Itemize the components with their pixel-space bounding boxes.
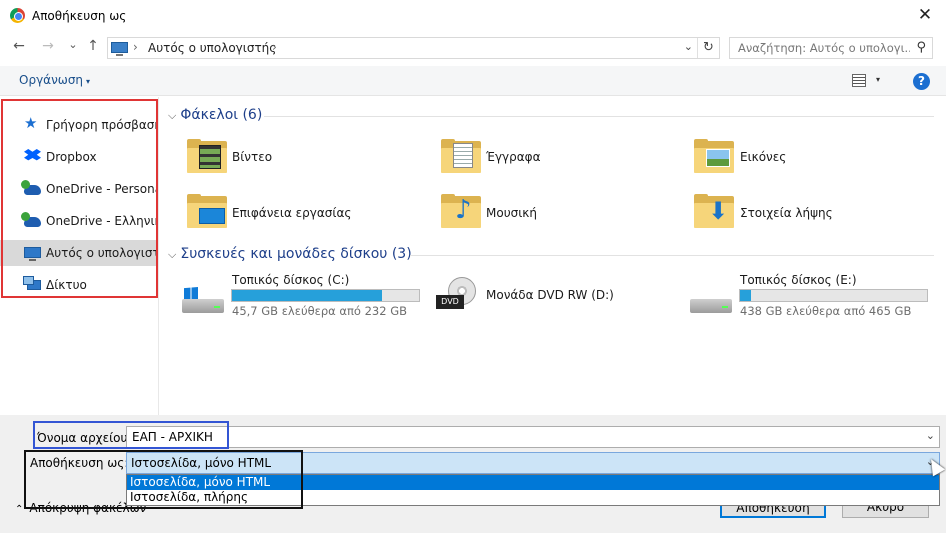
chrome-icon [10,8,25,23]
drive-usage-fill [232,290,382,301]
network-icon [23,276,41,290]
desktop-folder-icon[interactable] [187,194,227,228]
search-input[interactable]: Αναζήτηση: Αυτός ο υπολογι... ⚲ [729,37,933,59]
sidebar-item-label: Δίκτυο [46,278,87,292]
pictures-folder-icon[interactable] [694,139,734,173]
hard-drive-icon[interactable] [690,287,732,313]
forward-arrow-icon[interactable]: → [39,38,57,54]
drive-usage-bar [231,289,420,302]
downloads-folder-icon[interactable]: ⬇ [694,194,734,228]
filename-value[interactable]: ΕΑΠ - ΑΡΧΙΚΗ [132,430,213,444]
breadcrumb-separator-icon[interactable]: › [272,40,277,54]
help-icon[interactable]: ? [913,73,930,90]
sidebar-item-dropbox[interactable]: Dropbox [0,144,157,170]
refresh-icon[interactable]: ↻ [697,38,719,58]
group-divider [264,116,934,117]
folder-label[interactable]: Επιφάνεια εργασίας [232,206,351,220]
sidebar-item-onedrive-personal[interactable]: OneDrive - Personal [0,176,157,202]
filename-input[interactable]: ΕΑΠ - ΑΡΧΙΚΗ ⌄ [126,426,940,448]
save-type-dropdown-list: Ιστοσελίδα, μόνο HTML Ιστοσελίδα, πλήρης [126,474,940,506]
close-icon[interactable]: ✕ [910,1,940,29]
drive-name[interactable]: Τοπικός δίσκος (C:) [232,273,349,287]
sidebar-item-quick-access[interactable]: ★ Γρήγορη πρόσβαση [0,112,157,138]
drives-group-header[interactable]: ⌵ Συσκευές και μονάδες δίσκου (3) [168,246,412,262]
group-divider [410,255,934,256]
folder-label[interactable]: Μουσική [486,206,537,220]
sidebar-item-label: Αυτός ο υπολογιστής [46,246,156,260]
computer-icon [24,247,41,261]
drive-free-space: 438 GB ελεύθερα από 465 GB [740,304,912,318]
download-arrow-icon: ⬇ [708,197,729,225]
save-type-select[interactable]: Ιστοσελίδα, μόνο HTML ⌄ [126,452,940,474]
drive-name[interactable]: Τοπικός δίσκος (E:) [740,273,857,287]
search-icon: ⚲ [916,40,926,55]
dropbox-icon [24,149,41,161]
folder-label[interactable]: Βίντεο [232,150,272,164]
save-type-option-html-only[interactable]: Ιστοσελίδα, μόνο HTML [127,475,939,490]
folder-label[interactable]: Εικόνες [740,150,786,164]
sidebar-item-label: OneDrive - Personal [46,182,156,196]
chevron-up-icon: ⌃ [15,504,24,515]
music-note-icon: ♪ [455,195,472,225]
search-placeholder: Αναζήτηση: Αυτός ο υπολογι... [738,41,910,55]
drive-usage-fill [740,290,752,301]
chevron-down-icon: ▾ [86,77,91,86]
star-icon: ★ [24,114,38,132]
onedrive-icon [21,212,41,227]
window-title: Αποθήκευση ως [32,9,127,23]
drives-group-label: Συσκευές και μονάδες δίσκου (3) [180,246,412,262]
back-arrow-icon[interactable]: ← [10,38,28,54]
sidebar-item-this-pc[interactable]: Αυτός ο υπολογιστής [0,240,157,266]
recent-locations-icon[interactable]: ⌄ [64,38,82,51]
save-type-option-complete[interactable]: Ιστοσελίδα, πλήρης [127,490,939,505]
breadcrumb-this-pc[interactable]: Αυτός ο υπολογιστής [148,41,276,55]
sidebar-item-label: Γρήγορη πρόσβαση [46,118,156,132]
music-folder-icon[interactable]: ♪ [441,194,481,228]
dvd-tag: DVD [436,295,464,309]
chevron-down-icon: ⌵ [168,248,177,261]
computer-icon [111,42,128,56]
onedrive-icon [21,180,41,195]
windows-drive-icon[interactable] [182,287,224,313]
chevron-down-icon[interactable]: ▾ [876,75,880,84]
file-list: ⌵ Φάκελοι (6) Βίντεο Έγγραφα Εικόνες Επιφ… [160,97,946,415]
save-type-label: Αποθήκευση ως: [30,456,129,470]
navigation-pane: ★ Γρήγορη πρόσβαση Dropbox OneDrive - Pe… [0,97,159,415]
dvd-drive-icon[interactable]: DVD [436,277,480,313]
sidebar-item-label: Dropbox [46,150,97,164]
address-bar[interactable]: › Αυτός ο υπολογιστής › ⌄ ↻ [107,37,720,59]
breadcrumb-separator-icon[interactable]: › [133,40,138,54]
videos-folder-icon[interactable] [187,139,227,173]
drive-usage-bar [739,289,928,302]
folders-group-header[interactable]: ⌵ Φάκελοι (6) [168,107,262,123]
folder-label[interactable]: Έγγραφα [486,150,541,164]
navigation-bar: ← → ⌄ ↑ › Αυτός ο υπολογιστής › ⌄ ↻ Αναζ… [0,33,946,63]
save-type-value: Ιστοσελίδα, μόνο HTML [131,456,272,470]
organize-label: Οργάνωση [19,73,84,87]
chevron-down-icon: ⌵ [168,109,177,122]
sidebar-item-onedrive-greek[interactable]: OneDrive - Ελληνικό [0,208,157,234]
drive-free-space: 45,7 GB ελεύθερα από 232 GB [232,304,407,318]
view-options-icon[interactable] [852,74,866,87]
chevron-down-icon[interactable]: ⌄ [926,429,935,442]
command-bar: Οργάνωση ▾ ▾ ? [0,66,946,96]
sidebar-item-network[interactable]: Δίκτυο [0,272,157,298]
documents-folder-icon[interactable] [441,139,481,173]
filename-label: Όνομα αρχείου: [37,431,132,445]
title-bar: Αποθήκευση ως ✕ [0,0,946,32]
drive-name[interactable]: Μονάδα DVD RW (D:) [486,288,614,302]
sidebar-item-label: OneDrive - Ελληνικό [46,214,156,228]
address-dropdown-icon[interactable]: ⌄ [684,40,693,53]
folder-label[interactable]: Στοιχεία λήψης [740,206,833,220]
up-arrow-icon[interactable]: ↑ [84,38,102,54]
organize-button[interactable]: Οργάνωση ▾ [19,73,90,87]
folders-group-label: Φάκελοι (6) [180,107,263,123]
